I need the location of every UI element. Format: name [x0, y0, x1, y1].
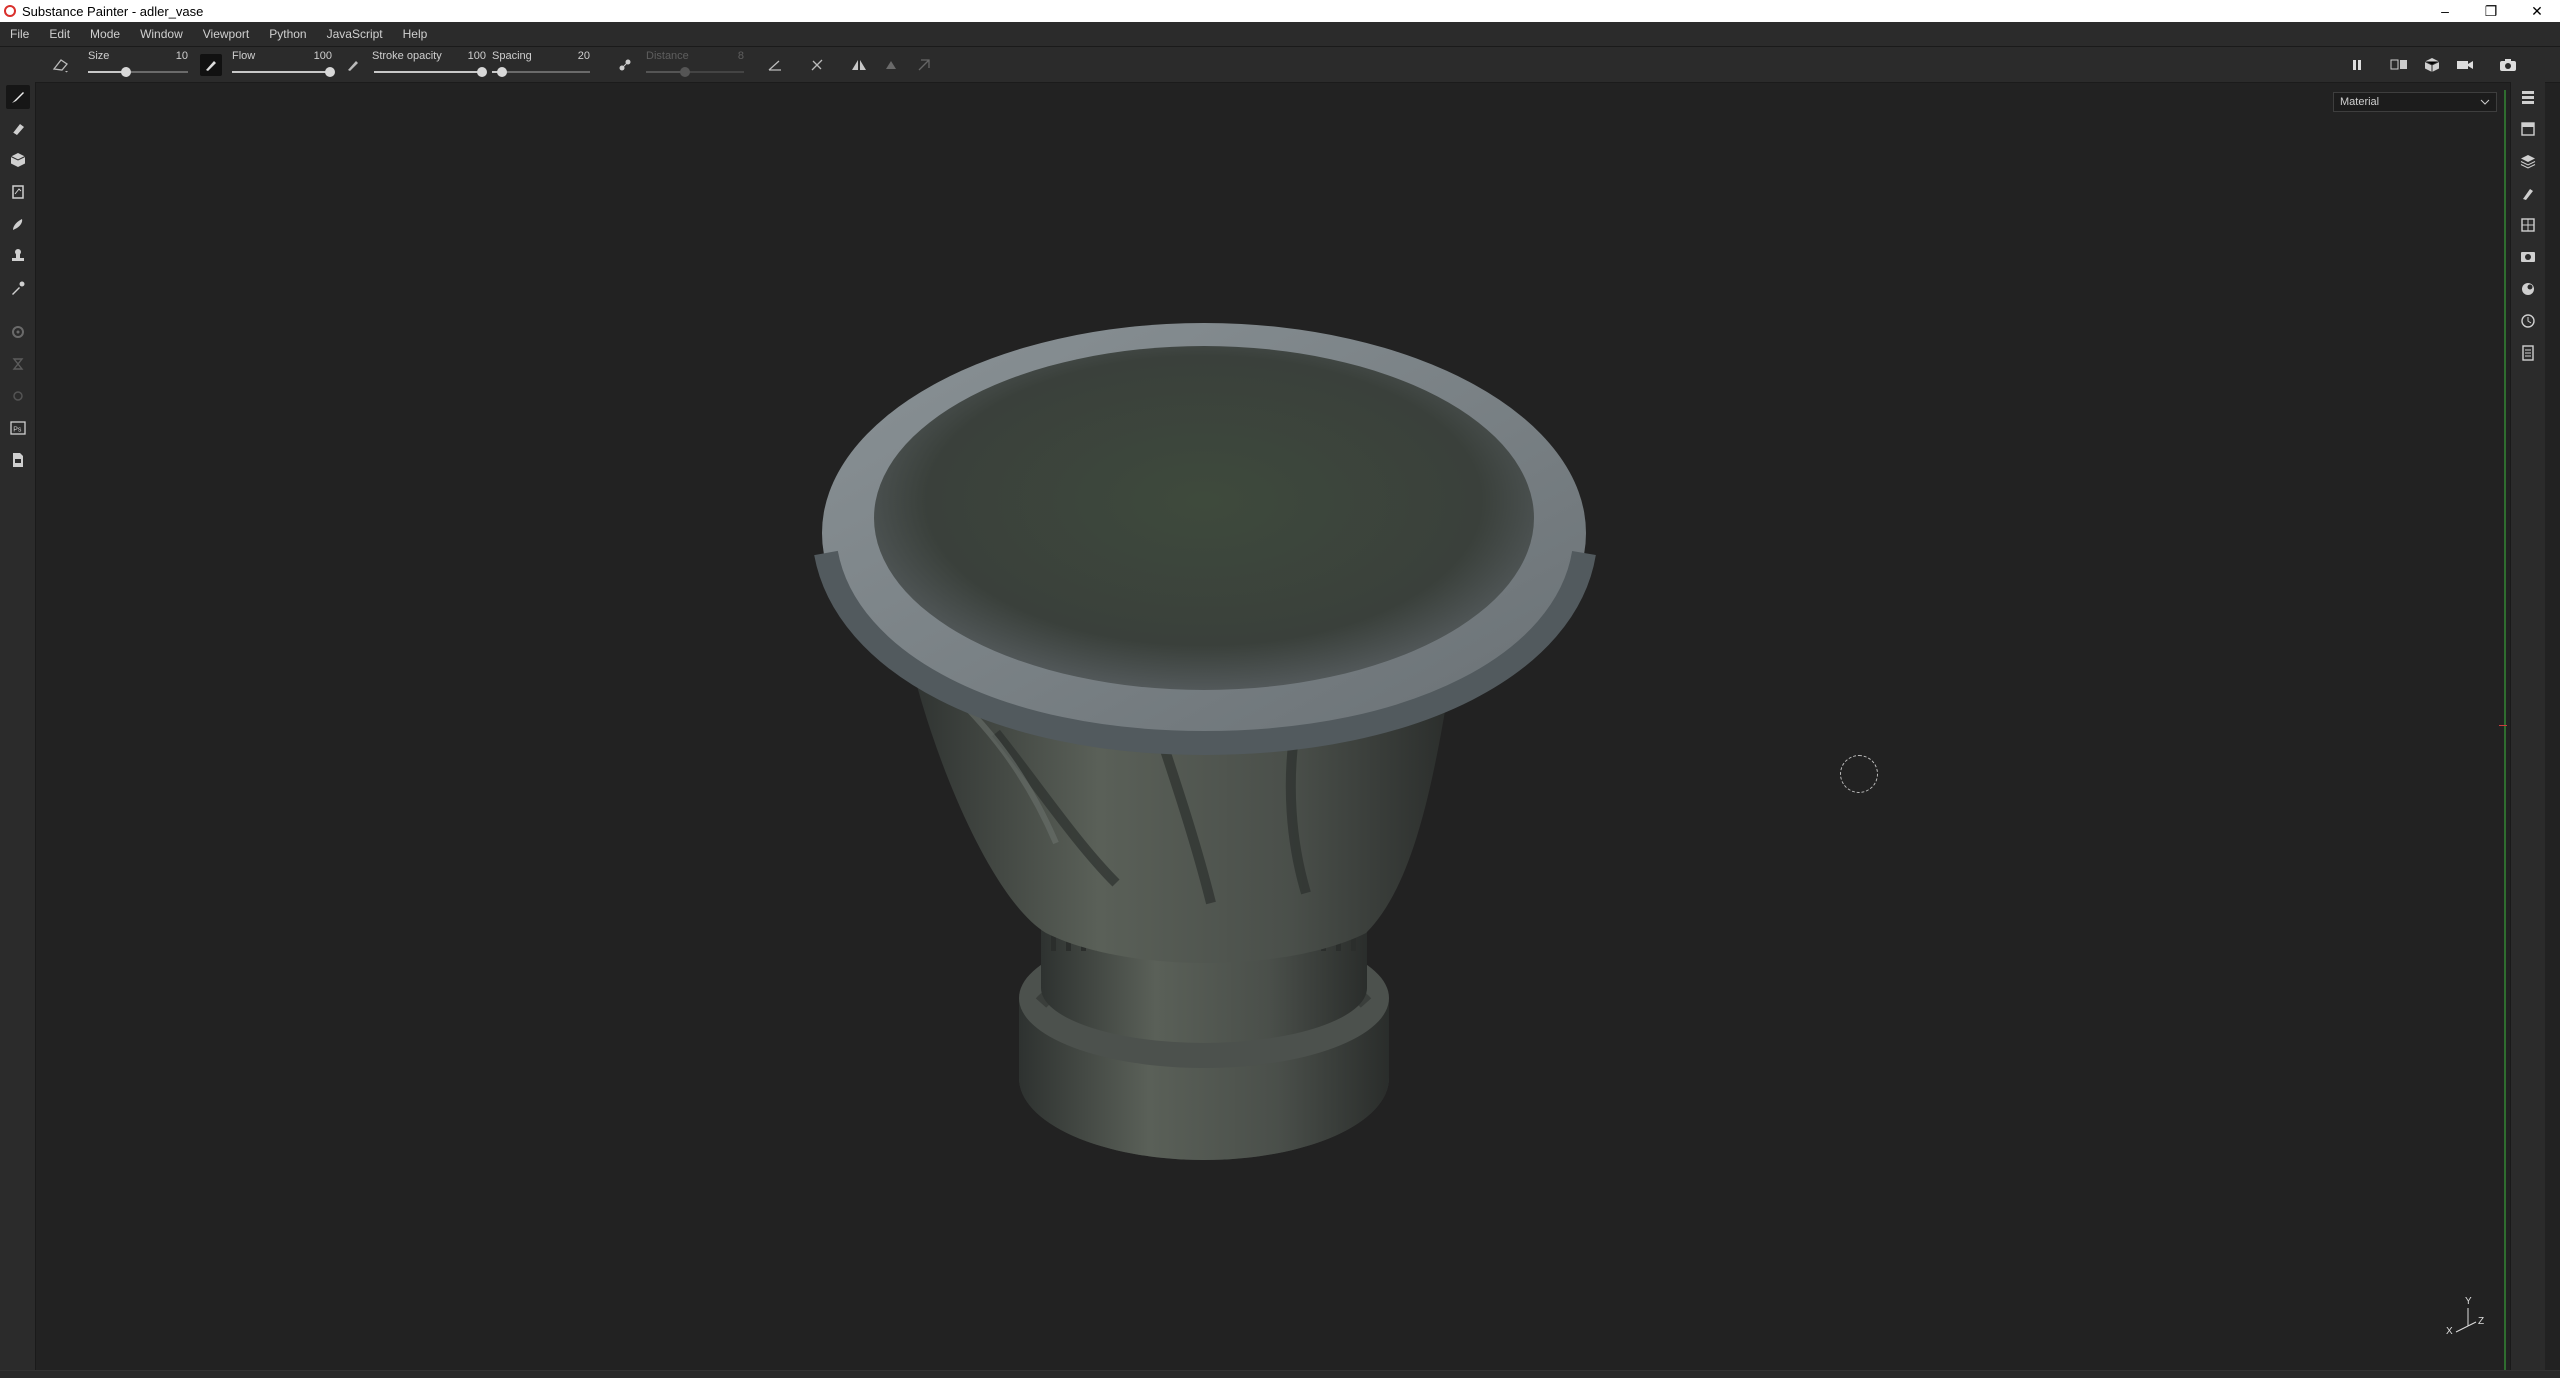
texture-set-settings-icon[interactable]	[2516, 117, 2540, 141]
spacing-label: Spacing	[492, 50, 532, 62]
paint-brush-icon[interactable]	[6, 85, 30, 109]
flow-label: Flow	[232, 50, 256, 62]
axis-x-label: X	[2446, 1326, 2453, 1337]
pause-icon[interactable]	[2346, 54, 2368, 76]
bake-icon[interactable]	[6, 352, 30, 376]
symmetry-icon[interactable]	[848, 54, 870, 76]
distance-value: 8	[737, 50, 744, 62]
svg-text:Ps: Ps	[13, 427, 22, 434]
flow-pressure-toggle-icon[interactable]	[200, 54, 222, 76]
color-picker-icon[interactable]	[6, 276, 30, 300]
properties-icon[interactable]	[2516, 181, 2540, 205]
menu-edit[interactable]: Edit	[39, 27, 80, 41]
viewport-3d[interactable]: Material Y X Z	[36, 83, 2504, 1365]
cube-view-icon[interactable]	[2421, 54, 2443, 76]
menu-bar: File Edit Mode Window Viewport Python Ja…	[0, 22, 2560, 47]
menu-file[interactable]: File	[0, 27, 39, 41]
size-value[interactable]: 10	[176, 50, 188, 62]
smudge-icon[interactable]	[6, 212, 30, 236]
size-slider[interactable]	[88, 67, 188, 77]
symmetry-mirror-icon[interactable]	[881, 54, 903, 76]
split-view-icon[interactable]	[2388, 54, 2410, 76]
menu-javascript[interactable]: JavaScript	[317, 27, 393, 41]
stroke-opacity-value[interactable]: 100	[468, 50, 486, 62]
document-icon[interactable]	[6, 448, 30, 472]
flow-value[interactable]: 100	[314, 50, 332, 62]
menu-window[interactable]: Window	[130, 27, 193, 41]
brush-cursor	[1840, 755, 1878, 793]
projection-icon[interactable]	[6, 148, 30, 172]
stroke-opacity-param: Stroke opacity 100	[370, 47, 488, 82]
stroke-opacity-slider-knob[interactable]	[477, 67, 487, 77]
title-bar: Substance Painter - adler_vase – ❐ ✕	[0, 0, 2560, 22]
menu-help[interactable]: Help	[393, 27, 438, 41]
texture-set-list-icon[interactable]	[2516, 85, 2540, 109]
menu-python[interactable]: Python	[259, 27, 316, 41]
shader-settings-icon[interactable]	[2516, 277, 2540, 301]
stroke-opacity-slider-fill	[374, 71, 482, 73]
viewport-edge-marker	[2499, 725, 2507, 726]
eraser-icon[interactable]	[6, 117, 30, 141]
restore-button[interactable]: ❐	[2468, 0, 2514, 22]
clone-stamp-icon[interactable]	[6, 244, 30, 268]
viewport-edge-indicator	[2504, 90, 2506, 1370]
size-slider-knob[interactable]	[121, 67, 131, 77]
app-logo-icon	[4, 5, 16, 17]
log-icon[interactable]	[2516, 341, 2540, 365]
distance-slider	[646, 67, 744, 77]
spacing-value[interactable]: 20	[578, 50, 590, 62]
channel-dropdown[interactable]: Material	[2333, 92, 2497, 112]
right-dock-bar	[2510, 82, 2545, 1377]
screenshot-icon[interactable]	[2497, 54, 2519, 76]
brush-preset-icon[interactable]	[50, 54, 72, 76]
close-button[interactable]: ✕	[2514, 0, 2560, 22]
channel-dropdown-value: Material	[2340, 96, 2380, 108]
axis-gizmo: Y X Z	[2444, 1296, 2494, 1342]
flow-slider-knob[interactable]	[325, 67, 335, 77]
settings-icon[interactable]	[6, 320, 30, 344]
chevron-down-icon	[2480, 95, 2490, 112]
window-controls: – ❐ ✕	[2422, 0, 2560, 22]
distance-slider-knob	[680, 67, 691, 77]
layers-icon[interactable]	[2516, 149, 2540, 173]
menu-viewport[interactable]: Viewport	[193, 27, 259, 41]
display-settings-icon[interactable]	[2516, 245, 2540, 269]
flow-slider-fill	[232, 71, 330, 73]
spacing-slider-knob[interactable]	[496, 67, 507, 77]
size-param: Size 10	[86, 47, 196, 82]
opacity-pressure-toggle-icon[interactable]	[342, 54, 364, 76]
uv-grid-icon[interactable]	[2516, 213, 2540, 237]
axis-z-label: Z	[2478, 1316, 2485, 1327]
spacing-param: Spacing 20	[492, 47, 594, 82]
flow-param: Flow 100	[230, 47, 340, 82]
spacing-slider[interactable]	[492, 67, 590, 77]
lazy-mouse-icon[interactable]	[614, 54, 636, 76]
stroke-opacity-label: Stroke opacity	[372, 50, 442, 62]
camera-icon[interactable]	[2454, 54, 2476, 76]
dot-icon[interactable]	[6, 384, 30, 408]
stroke-opacity-slider[interactable]	[374, 67, 487, 77]
distance-label: Distance	[646, 50, 689, 62]
symmetry-settings-icon[interactable]	[914, 54, 936, 76]
minimize-button[interactable]: –	[2422, 0, 2468, 22]
polygon-fill-icon[interactable]	[6, 180, 30, 204]
left-tool-bar: Ps	[0, 82, 36, 1377]
angle-icon[interactable]	[764, 54, 786, 76]
flow-slider[interactable]	[232, 67, 335, 77]
axis-y-label: Y	[2465, 1296, 2472, 1307]
history-icon[interactable]	[2516, 309, 2540, 333]
photoshop-export-icon[interactable]: Ps	[6, 416, 30, 440]
distance-param: Distance 8	[644, 47, 748, 82]
menu-mode[interactable]: Mode	[80, 27, 130, 41]
vase-model	[814, 323, 1596, 1160]
size-label: Size	[88, 50, 110, 62]
pressure-curve-icon[interactable]	[806, 54, 828, 76]
window-title: Substance Painter - adler_vase	[22, 3, 204, 19]
tool-properties-bar: Size 10 Flow 100 Stroke opacity 100 Spac…	[0, 47, 2560, 83]
